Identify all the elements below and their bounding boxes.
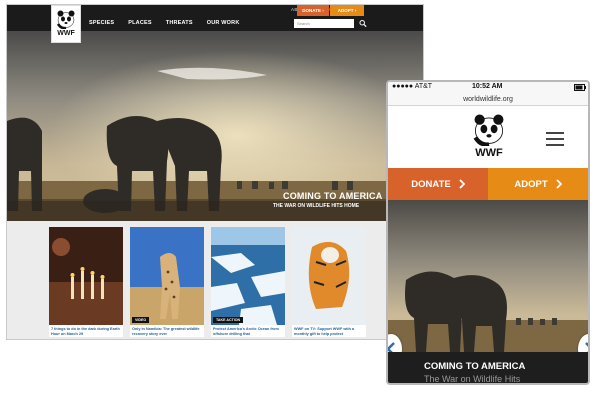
panda-icon (473, 114, 504, 146)
hero-subtitle: THE WAR ON WILDLIFE HITS HOME (273, 203, 360, 209)
phone-adopt-button[interactable]: ADOPT (488, 168, 588, 200)
story-card[interactable]: TAKE ACTION Protect America's Arctic Oce… (211, 227, 285, 337)
phone-hero-image[interactable] (388, 200, 588, 352)
tiger-image (292, 227, 366, 325)
adopt-label: ADOPT (514, 178, 548, 190)
hero-banner[interactable]: COMING TO AMERICA THE WAR ON WILDLIFE HI… (7, 31, 423, 221)
story-cards: 7 things to do in the dark during Earth … (49, 227, 366, 337)
logo-wordmark: WWF (57, 30, 75, 37)
video-tag: VIDEO (132, 317, 150, 323)
battery-icon (574, 84, 586, 91)
take-action-tag: TAKE ACTION (213, 317, 244, 323)
nav-species[interactable]: SPECIES (89, 20, 114, 26)
phone-hero-caption: COMING TO AMERICA The War on Wildlife Hi… (388, 352, 588, 384)
main-nav: SPECIES PLACES THREATS OUR WORK (89, 20, 240, 26)
card-caption[interactable]: Only in Namibia: The greatest wildlife r… (130, 325, 204, 337)
logo-wordmark: WWF (475, 147, 503, 159)
address-bar[interactable]: worldwildlife.org (388, 94, 588, 106)
elephants-hero-image (388, 200, 588, 352)
phone-hero-subtitle: The War on Wildlife Hits (424, 374, 521, 384)
desktop-site-screenshot: WWF ABOUT US HOW TO HELP DONATE › ADOPT … (6, 4, 424, 340)
nav-threats[interactable]: THREATS (166, 20, 193, 26)
card-caption[interactable]: WWF on TV: Support WWF with a monthly gi… (292, 325, 366, 337)
mobile-site-screenshot: ●●●●● AT&T 10:52 AM worldwildlife.org WW… (386, 80, 590, 385)
carrier-label: ●●●●● AT&T (392, 83, 433, 90)
nav-places[interactable]: PLACES (128, 20, 152, 26)
chevron-right-icon (555, 179, 562, 189)
donate-button[interactable]: DONATE › (297, 5, 329, 16)
donate-label: DONATE (411, 178, 451, 190)
phone-header: WWF (388, 106, 588, 168)
clock-label: 10:52 AM (472, 83, 503, 90)
phone-donate-button[interactable]: DONATE (388, 168, 488, 200)
hamburger-menu-icon[interactable] (546, 132, 564, 146)
phone-status-bar: ●●●●● AT&T 10:52 AM (388, 82, 588, 94)
search-icon[interactable] (359, 19, 367, 28)
story-card[interactable]: 7 things to do in the dark during Earth … (49, 227, 123, 337)
story-card[interactable]: WWF on TV: Support WWF with a monthly gi… (292, 227, 366, 337)
phone-wwf-logo[interactable]: WWF (472, 112, 506, 159)
chevron-right-icon (459, 179, 465, 189)
phone-action-bar: DONATE ADOPT (388, 168, 588, 200)
nav-our-work[interactable]: OUR WORK (207, 20, 240, 26)
panda-icon (56, 10, 75, 29)
cheetah-image: VIDEO (130, 227, 204, 325)
candles-image (49, 227, 123, 325)
card-caption[interactable]: Protect America's Arctic Ocean from offs… (211, 325, 285, 337)
arctic-ice-image: TAKE ACTION (211, 227, 285, 325)
card-caption[interactable]: 7 things to do in the dark during Earth … (49, 325, 123, 337)
wwf-logo[interactable]: WWF (51, 5, 81, 43)
story-card[interactable]: VIDEO Only in Namibia: The greatest wild… (130, 227, 204, 337)
hero-title: COMING TO AMERICA (283, 191, 383, 201)
adopt-button[interactable]: ADOPT › (330, 5, 364, 16)
phone-hero-title: COMING TO AMERICA (424, 361, 526, 372)
search-input[interactable]: Search (294, 19, 354, 28)
